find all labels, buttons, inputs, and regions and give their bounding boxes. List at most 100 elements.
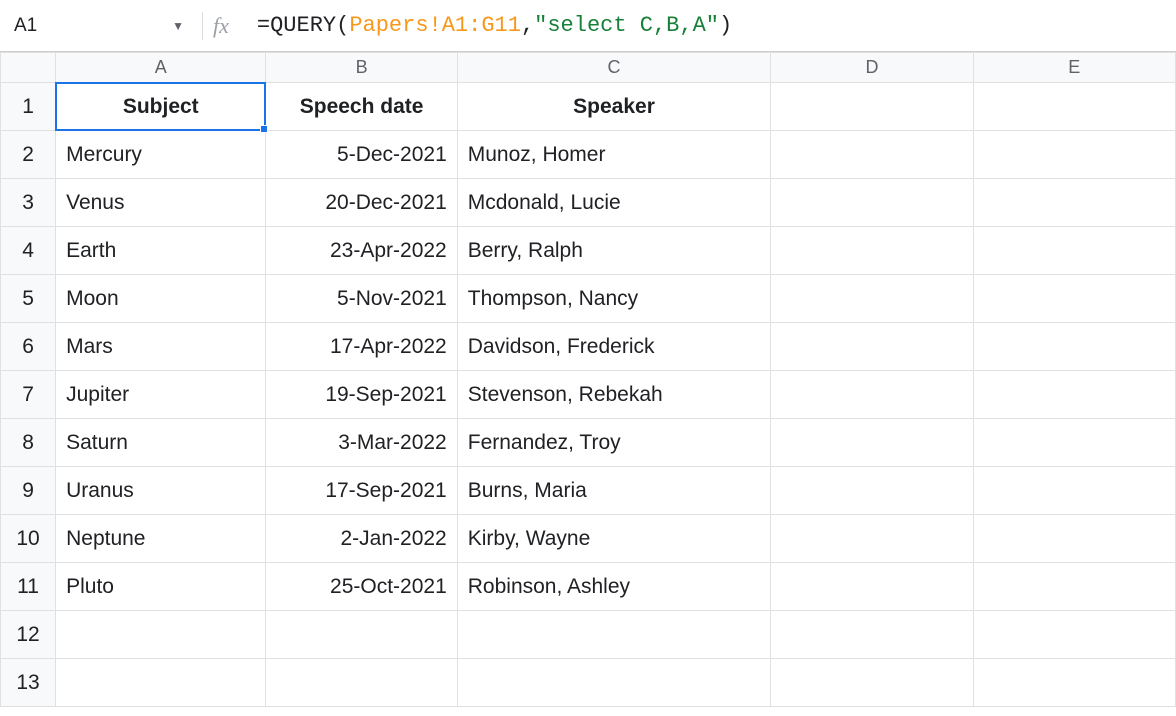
cell-text: Munoz, Homer	[468, 143, 606, 167]
name-box[interactable]: A1 ▼	[6, 8, 192, 44]
cell-C10[interactable]: Kirby, Wayne	[457, 515, 771, 563]
cell-C9[interactable]: Burns, Maria	[457, 467, 771, 515]
cell-A10[interactable]: Neptune	[56, 515, 266, 563]
cell-text: Speaker	[573, 95, 655, 119]
cell-E3[interactable]	[973, 179, 1175, 227]
cell-B3[interactable]: 20-Dec-2021	[266, 179, 457, 227]
cell-A5[interactable]: Moon	[56, 275, 266, 323]
cell-C8[interactable]: Fernandez, Troy	[457, 419, 771, 467]
cell-D10[interactable]	[771, 515, 973, 563]
row-header[interactable]: 1	[1, 83, 56, 131]
cell-B7[interactable]: 19-Sep-2021	[266, 371, 457, 419]
cell-text: Kirby, Wayne	[468, 527, 591, 551]
cell-C11[interactable]: Robinson, Ashley	[457, 563, 771, 611]
cell-A1[interactable]: Subject	[56, 83, 266, 131]
row-header[interactable]: 9	[1, 467, 56, 515]
cell-A2[interactable]: Mercury	[56, 131, 266, 179]
cell-text: 20-Dec-2021	[325, 191, 446, 215]
grid[interactable]: A B C D E 1 Subject Speech date Speaker …	[0, 52, 1176, 707]
cell-C4[interactable]: Berry, Ralph	[457, 227, 771, 275]
cell-D7[interactable]	[771, 371, 973, 419]
cell-D2[interactable]	[771, 131, 973, 179]
cell-A7[interactable]: Jupiter	[56, 371, 266, 419]
row-header[interactable]: 8	[1, 419, 56, 467]
cell-D6[interactable]	[771, 323, 973, 371]
row-header[interactable]: 12	[1, 611, 56, 659]
cell-C13[interactable]	[457, 659, 771, 707]
cell-C12[interactable]	[457, 611, 771, 659]
select-all-corner[interactable]	[1, 53, 56, 83]
cell-A13[interactable]	[56, 659, 266, 707]
row-header[interactable]: 10	[1, 515, 56, 563]
cell-E13[interactable]	[973, 659, 1175, 707]
cell-C5[interactable]: Thompson, Nancy	[457, 275, 771, 323]
cell-D8[interactable]	[771, 419, 973, 467]
cell-B6[interactable]: 17-Apr-2022	[266, 323, 457, 371]
formula-eq: =	[257, 13, 270, 38]
cell-D13[interactable]	[771, 659, 973, 707]
cell-B9[interactable]: 17-Sep-2021	[266, 467, 457, 515]
cell-D1[interactable]	[771, 83, 973, 131]
cell-C1[interactable]: Speaker	[457, 83, 771, 131]
cell-B12[interactable]	[266, 611, 457, 659]
cell-B4[interactable]: 23-Apr-2022	[266, 227, 457, 275]
row-header[interactable]: 3	[1, 179, 56, 227]
col-header-B[interactable]: B	[266, 53, 457, 83]
cell-text: 25-Oct-2021	[330, 575, 447, 599]
cell-C7[interactable]: Stevenson, Rebekah	[457, 371, 771, 419]
cell-B11[interactable]: 25-Oct-2021	[266, 563, 457, 611]
row-header[interactable]: 13	[1, 659, 56, 707]
row-header[interactable]: 6	[1, 323, 56, 371]
separator	[202, 12, 203, 40]
cell-E8[interactable]	[973, 419, 1175, 467]
cell-E11[interactable]	[973, 563, 1175, 611]
formula-input[interactable]: =QUERY(Papers!A1:G11, "select C,B,A")	[257, 13, 732, 38]
cell-C6[interactable]: Davidson, Frederick	[457, 323, 771, 371]
col-header-D[interactable]: D	[771, 53, 973, 83]
cell-E7[interactable]	[973, 371, 1175, 419]
cell-A9[interactable]: Uranus	[56, 467, 266, 515]
cell-D12[interactable]	[771, 611, 973, 659]
cell-B1[interactable]: Speech date	[266, 83, 457, 131]
cell-A11[interactable]: Pluto	[56, 563, 266, 611]
row-4: 4 Earth 23-Apr-2022 Berry, Ralph	[1, 227, 1176, 275]
cell-A4[interactable]: Earth	[56, 227, 266, 275]
cell-D9[interactable]	[771, 467, 973, 515]
cell-A8[interactable]: Saturn	[56, 419, 266, 467]
cell-B2[interactable]: 5-Dec-2021	[266, 131, 457, 179]
formula-bar: A1 ▼ fx =QUERY(Papers!A1:G11, "select C,…	[0, 0, 1176, 52]
cell-D11[interactable]	[771, 563, 973, 611]
cell-A12[interactable]	[56, 611, 266, 659]
cell-E6[interactable]	[973, 323, 1175, 371]
col-header-A[interactable]: A	[56, 53, 266, 83]
row-header[interactable]: 4	[1, 227, 56, 275]
cell-E1[interactable]	[973, 83, 1175, 131]
row-header[interactable]: 11	[1, 563, 56, 611]
cell-A6[interactable]: Mars	[56, 323, 266, 371]
chevron-down-icon[interactable]: ▼	[172, 19, 184, 33]
cell-C3[interactable]: Mcdonald, Lucie	[457, 179, 771, 227]
cell-E12[interactable]	[973, 611, 1175, 659]
cell-B5[interactable]: 5-Nov-2021	[266, 275, 457, 323]
cell-E10[interactable]	[973, 515, 1175, 563]
cell-A3[interactable]: Venus	[56, 179, 266, 227]
cell-E5[interactable]	[973, 275, 1175, 323]
cell-B13[interactable]	[266, 659, 457, 707]
cell-E2[interactable]	[973, 131, 1175, 179]
cell-text: Mercury	[66, 143, 142, 167]
cell-E9[interactable]	[973, 467, 1175, 515]
col-header-E[interactable]: E	[973, 53, 1175, 83]
row-header[interactable]: 5	[1, 275, 56, 323]
col-header-C[interactable]: C	[457, 53, 771, 83]
cell-E4[interactable]	[973, 227, 1175, 275]
formula-open: (	[336, 13, 349, 38]
cell-D3[interactable]	[771, 179, 973, 227]
cell-B10[interactable]: 2-Jan-2022	[266, 515, 457, 563]
cell-D4[interactable]	[771, 227, 973, 275]
row-3: 3 Venus 20-Dec-2021 Mcdonald, Lucie	[1, 179, 1176, 227]
row-header[interactable]: 2	[1, 131, 56, 179]
cell-C2[interactable]: Munoz, Homer	[457, 131, 771, 179]
cell-B8[interactable]: 3-Mar-2022	[266, 419, 457, 467]
row-header[interactable]: 7	[1, 371, 56, 419]
cell-D5[interactable]	[771, 275, 973, 323]
